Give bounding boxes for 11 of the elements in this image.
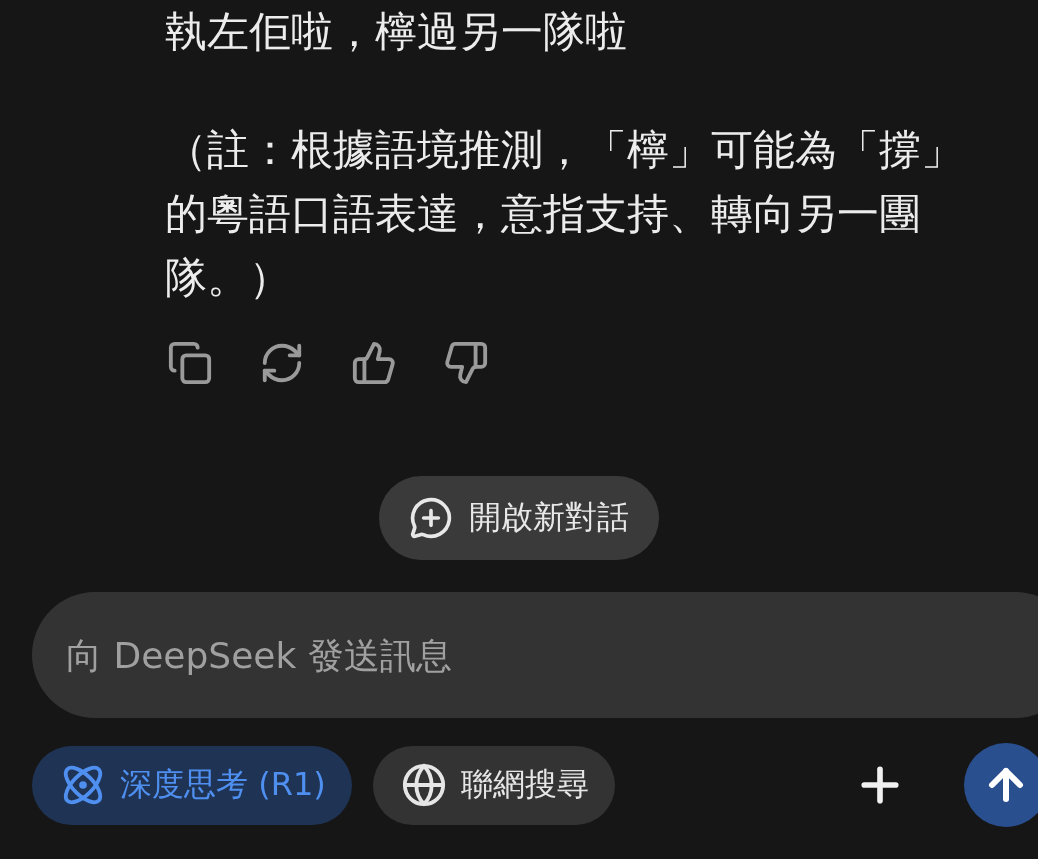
message-paragraph: （註：根據語境推測，「檸」可能為「撐」的粵語口語表達，意指支持、轉向另一團隊。） [165, 124, 964, 304]
new-chat-button[interactable]: 開啟新對話 [379, 476, 659, 560]
chat-plus-icon [409, 496, 453, 540]
web-search-toggle[interactable]: 聯網搜尋 [372, 745, 615, 825]
thumbs-up-icon[interactable] [351, 340, 397, 386]
message-paragraph: 執左佢啦，檸過另一隊啦 [165, 6, 628, 58]
copy-icon[interactable] [167, 340, 213, 386]
deep-think-toggle[interactable]: 深度思考 (R1) [32, 745, 352, 825]
globe-icon [400, 762, 447, 808]
thumbs-down-icon[interactable] [443, 340, 489, 386]
message-input[interactable]: 向 DeepSeek 發送訊息 [32, 592, 1038, 718]
